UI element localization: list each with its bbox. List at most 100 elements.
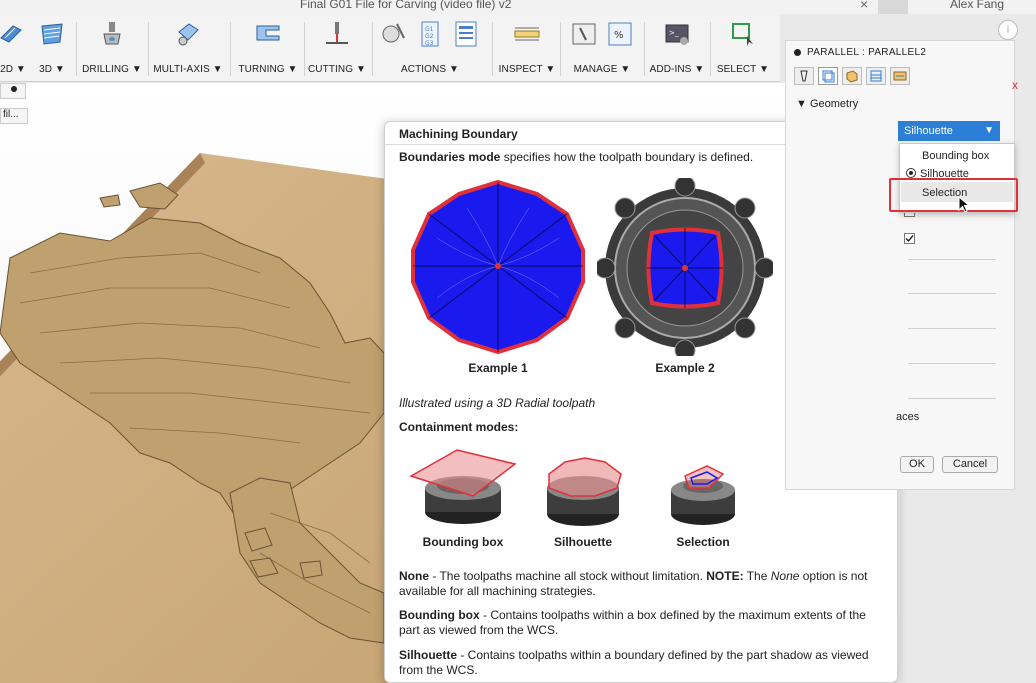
svg-text:G2: G2 [425, 33, 434, 40]
help-title: Machining Boundary [399, 127, 518, 141]
cutting-icon [326, 22, 348, 44]
toolbar-group-select[interactable]: SELECT ▼ [714, 20, 772, 78]
window-titlebar: Final G01 File for Carving (video file) … [0, 0, 1036, 14]
toolbar-separator [304, 22, 305, 76]
toolbar-separator [230, 22, 231, 76]
dialog-title: PARALLEL : PARALLEL2 [807, 47, 927, 58]
passes-icon [870, 70, 882, 82]
tab-linking[interactable] [890, 67, 910, 85]
toolbar-label: DRILLING ▼ [82, 64, 142, 75]
select-icon [732, 23, 753, 46]
tool-library-icon [572, 23, 596, 45]
user-name[interactable]: Alex Fang [950, 0, 1004, 11]
none-description: None - The toolpaths machine all stock w… [399, 569, 887, 599]
toolbar-group-turning[interactable]: TURNING ▼ [236, 20, 300, 78]
intro-bold: Boundaries mode [399, 150, 501, 164]
info-icon[interactable]: i [998, 20, 1018, 40]
dropdown-arrow-icon: ▼ [984, 125, 994, 136]
svg-text:%: % [614, 30, 624, 41]
example1-illustration [411, 179, 585, 355]
toolbar: 2D ▼ 3D ▼ DRILLING ▼ MULTI-AXIS ▼ TURNIN… [0, 14, 780, 82]
bbox-bold: Bounding box [399, 608, 480, 622]
field-underline [908, 398, 996, 399]
note-bold: NOTE: [706, 569, 744, 583]
drilling-icon [103, 22, 121, 45]
field-underline [908, 328, 996, 329]
3d-adaptive-icon [41, 23, 63, 45]
none-bold: None [399, 569, 429, 583]
geometry-section[interactable]: ▼ Geometry [796, 98, 858, 110]
toolbar-separator [560, 22, 561, 76]
dialog-dot-icon [794, 48, 801, 56]
dialog-tabs [794, 67, 910, 85]
toolbar-group-multi-axis[interactable]: MULTI-AXIS ▼ [152, 20, 224, 78]
mode-caption-selection: Selection [676, 535, 730, 549]
toolbar-separator [372, 22, 373, 76]
2d-pocket-icon [0, 25, 22, 43]
toolbar-label: INSPECT ▼ [498, 64, 556, 75]
bounding-box-description: Bounding box - Contains toolpaths within… [399, 608, 887, 638]
toolbar-label: ADD-INS ▼ [649, 64, 705, 75]
toolbar-group-cutting[interactable]: CUTTING ▼ [306, 20, 368, 78]
svg-text:G1: G1 [425, 26, 434, 33]
ok-button[interactable]: OK [900, 456, 934, 473]
toolbar-label: CUTTING ▼ [307, 64, 366, 75]
intro-text: specifies how the toolpath boundary is d… [500, 150, 754, 164]
close-dialog-icon[interactable]: x [1012, 78, 1018, 92]
scripts-icon: >_ [665, 24, 689, 45]
toolbar-label: ACTIONS ▼ [400, 64, 460, 75]
tab-tool[interactable] [794, 67, 814, 85]
toolbar-group-3d[interactable]: 3D ▼ [34, 20, 70, 78]
toolbar-group-inspect[interactable]: INSPECT ▼ [498, 20, 556, 78]
close-tab-icon[interactable]: × [860, 0, 868, 12]
toolbar-separator [492, 22, 493, 76]
tool-icon [800, 70, 808, 82]
browser-item[interactable]: fil... [0, 108, 28, 124]
svg-text:>_: >_ [669, 29, 679, 37]
none-text: - The toolpaths machine all stock withou… [429, 569, 707, 583]
toolbar-group-actions[interactable]: G1 G2 G3 ACTIONS ▼ [374, 20, 486, 78]
multi-axis-icon [178, 23, 199, 46]
collapse-arrow-icon: ▼ [796, 98, 810, 110]
new-tab-button[interactable] [878, 0, 908, 14]
tab-geometry[interactable] [818, 67, 838, 85]
toolbar-label: 2D ▼ [0, 64, 26, 75]
parallel-dialog: PARALLEL : PARALLEL2 ▼ Geometry aces OK … [785, 40, 1015, 490]
toolbar-group-add-ins[interactable]: >_ ADD-INS ▼ [646, 20, 708, 78]
geometry-label: Geometry [809, 98, 859, 110]
setup-sheet-icon [455, 21, 477, 47]
faces-label-partial: aces [896, 411, 920, 423]
highlight-annotation [889, 178, 1018, 212]
checkbox-checked[interactable] [904, 233, 915, 244]
toolbar-separator [644, 22, 645, 76]
tab-heights[interactable] [842, 67, 862, 85]
boundary-mode-dropdown[interactable]: Silhouette ▼ [898, 121, 1000, 141]
note-text: The [743, 569, 771, 583]
toolbar-label: MANAGE ▼ [573, 64, 631, 75]
turning-icon [256, 25, 280, 41]
browser-toggle[interactable] [0, 83, 26, 99]
toolbar-label: TURNING ▼ [238, 64, 298, 75]
note-italic: None [770, 569, 800, 583]
toolbar-separator [148, 22, 149, 76]
selection-illustration [671, 465, 735, 525]
toolbar-label: MULTI-AXIS ▼ [153, 64, 223, 75]
dropdown-value: Silhouette [904, 125, 953, 137]
simulate-icon [382, 23, 405, 43]
silhouette-description: Silhouette - Contains toolpaths within a… [399, 648, 887, 678]
toolbar-group-drilling[interactable]: DRILLING ▼ [82, 20, 142, 78]
menu-item-bounding-box[interactable]: Bounding box [922, 150, 989, 162]
tab-passes[interactable] [866, 67, 886, 85]
toolbar-group-2d[interactable]: 2D ▼ [0, 20, 30, 78]
example2-caption: Example 2 [655, 361, 715, 375]
cancel-button[interactable]: Cancel [942, 456, 998, 473]
measure-icon [514, 27, 540, 41]
toolbar-label: 3D ▼ [39, 64, 65, 75]
toolbar-label: SELECT ▼ [716, 64, 770, 75]
field-underline [908, 293, 996, 294]
toolbar-group-manage[interactable]: % MANAGE ▼ [562, 20, 642, 78]
bounding-box-illustration [409, 449, 517, 524]
geometry-icon [822, 70, 835, 83]
sil-bold: Silhouette [399, 648, 458, 662]
svg-text:G3: G3 [425, 40, 434, 47]
